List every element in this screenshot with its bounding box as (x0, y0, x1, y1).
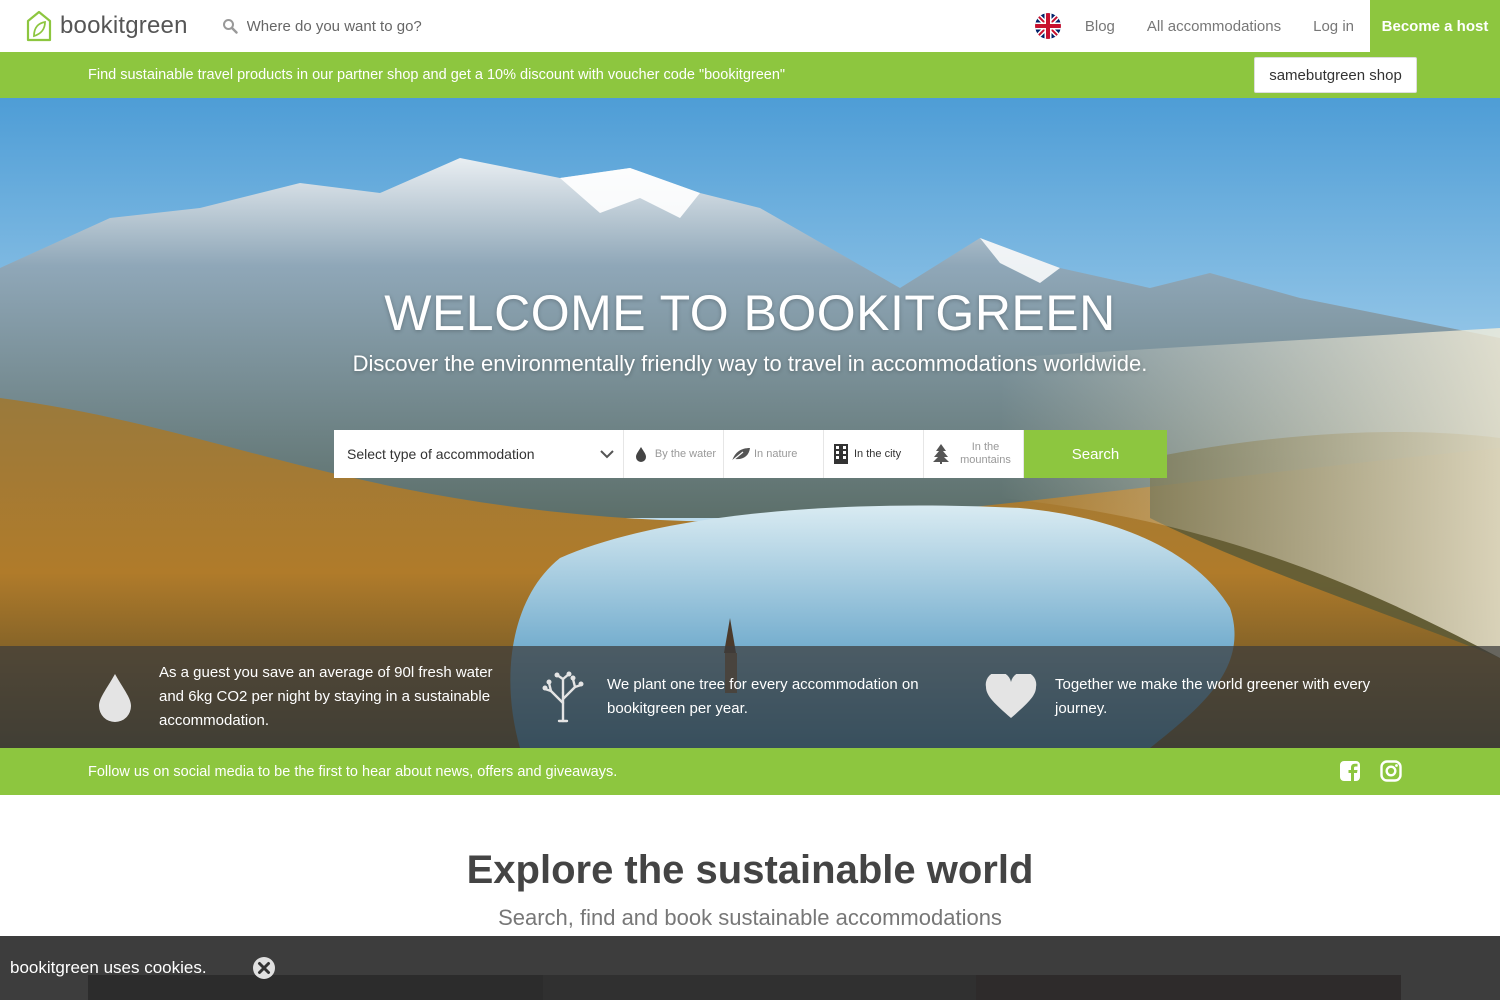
close-icon[interactable] (252, 956, 276, 980)
chevron-down-icon (600, 450, 614, 459)
explore-title: Explore the sustainable world (466, 848, 1034, 892)
fact-heart: Together we make the world greener with … (981, 646, 1405, 748)
destination-input[interactable] (246, 17, 567, 35)
filter-in-the-city[interactable]: In the city (824, 430, 924, 478)
site-header: bookitgreen Blog All accommodations Log … (0, 0, 1500, 52)
social-icons (1320, 760, 1402, 782)
search-icon (222, 19, 238, 34)
pine-tree-icon (930, 443, 952, 465)
fact-tree: We plant one tree for every accommodatio… (533, 646, 957, 748)
nav-login[interactable]: Log in (1313, 18, 1354, 35)
nav-blog[interactable]: Blog (1085, 18, 1115, 35)
heart-icon (981, 674, 1041, 720)
hero-title: WELCOME TO BOOKITGREEN (384, 285, 1116, 341)
filter-by-the-water[interactable]: By the water (624, 430, 724, 478)
hero-section: WELCOME TO BOOKITGREEN Discover the envi… (0, 98, 1500, 748)
logo-text: bookitgreen (60, 12, 188, 39)
nav-all-accommodations[interactable]: All accommodations (1147, 18, 1281, 35)
water-drop-icon (630, 443, 652, 465)
instagram-icon[interactable] (1380, 760, 1402, 782)
tree-icon (533, 671, 593, 723)
search-button[interactable]: Search (1024, 430, 1167, 478)
water-drop-icon (85, 672, 145, 722)
filter-label: In the mountains (960, 441, 1011, 466)
fact-text: As a guest you save an average of 90l fr… (159, 664, 493, 729)
filter-in-the-mountains[interactable]: In the mountains (924, 430, 1024, 478)
explore-subtitle: Search, find and book sustainable accomm… (498, 905, 1002, 930)
promo-text: Find sustainable travel products in our … (88, 67, 786, 83)
logo[interactable]: bookitgreen (26, 0, 188, 52)
hero-subtitle: Discover the environmentally friendly wa… (352, 351, 1148, 376)
social-text: Follow us on social media to be the firs… (88, 764, 618, 780)
uk-flag-icon[interactable] (1034, 13, 1061, 39)
select-label: Select type of accommodation (347, 446, 535, 462)
main-nav: Blog All accommodations Log in Become a … (1034, 0, 1500, 52)
fact-text: Together we make the world greener with … (1055, 676, 1371, 717)
promo-bar: Find sustainable travel products in our … (0, 52, 1500, 98)
house-leaf-icon (26, 10, 52, 42)
become-host-button[interactable]: Become a host (1370, 0, 1500, 52)
fact-text: We plant one tree for every accommodatio… (607, 676, 919, 717)
facebook-icon[interactable] (1339, 760, 1361, 782)
filter-label: In nature (754, 447, 798, 460)
leaf-icon (730, 443, 752, 465)
destination-search (222, 17, 582, 35)
cookie-banner: bookitgreen uses cookies. (0, 936, 1500, 1000)
cookie-text: bookitgreen uses cookies. (10, 958, 207, 977)
filter-in-nature[interactable]: In nature (724, 430, 824, 478)
accommodation-search-bar: Select type of accommodation By the wate… (334, 430, 1167, 478)
filter-label: By the water (654, 447, 717, 460)
building-icon (830, 443, 852, 465)
shop-button[interactable]: samebutgreen shop (1254, 57, 1417, 93)
social-bar: Follow us on social media to be the firs… (0, 748, 1500, 795)
accommodation-type-select[interactable]: Select type of accommodation (334, 430, 624, 478)
fact-water: As a guest you save an average of 90l fr… (85, 646, 509, 748)
filter-label: In the city (854, 447, 902, 460)
sustainability-facts: As a guest you save an average of 90l fr… (0, 646, 1500, 748)
